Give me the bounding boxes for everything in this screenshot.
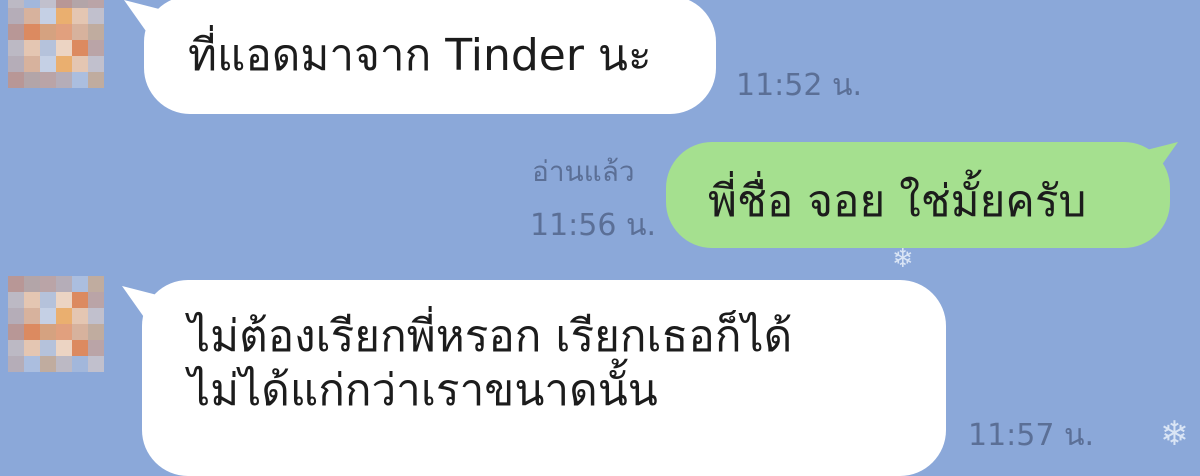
- sender-avatar[interactable]: [8, 276, 104, 372]
- message-text: พี่ชื่อ จอย ใช่มั้ยครับ: [708, 176, 1087, 227]
- message-timestamp: 11:57 น.: [968, 418, 1095, 453]
- message-timestamp: 11:52 น.: [736, 68, 863, 103]
- message-line: ไม่ได้แก่กว่าเราขนาดนั้น: [188, 364, 658, 416]
- snowflake-icon: ❄: [1160, 414, 1189, 454]
- message-text: ที่แอดมาจาก Tinder นะ: [188, 30, 652, 81]
- outgoing-message-bubble[interactable]: พี่ชื่อ จอย ใช่มั้ยครับ: [666, 142, 1170, 248]
- read-receipt: อ่านแล้ว: [532, 155, 635, 188]
- chat-area: ที่แอดมาจาก Tinder นะ 11:52 น. อ่านแล้ว …: [0, 0, 1200, 476]
- sender-avatar[interactable]: [8, 0, 104, 88]
- snowflake-icon: ❄: [892, 244, 914, 274]
- message-line: ไม่ต้องเรียกพี่หรอก เรียกเธอก็ได้: [188, 311, 793, 362]
- incoming-message-bubble[interactable]: ไม่ต้องเรียกพี่หรอก เรียกเธอก็ได้ ไม่ได้…: [142, 280, 946, 476]
- message-timestamp: 11:56 น.: [530, 208, 657, 243]
- incoming-message-bubble[interactable]: ที่แอดมาจาก Tinder นะ: [144, 0, 716, 114]
